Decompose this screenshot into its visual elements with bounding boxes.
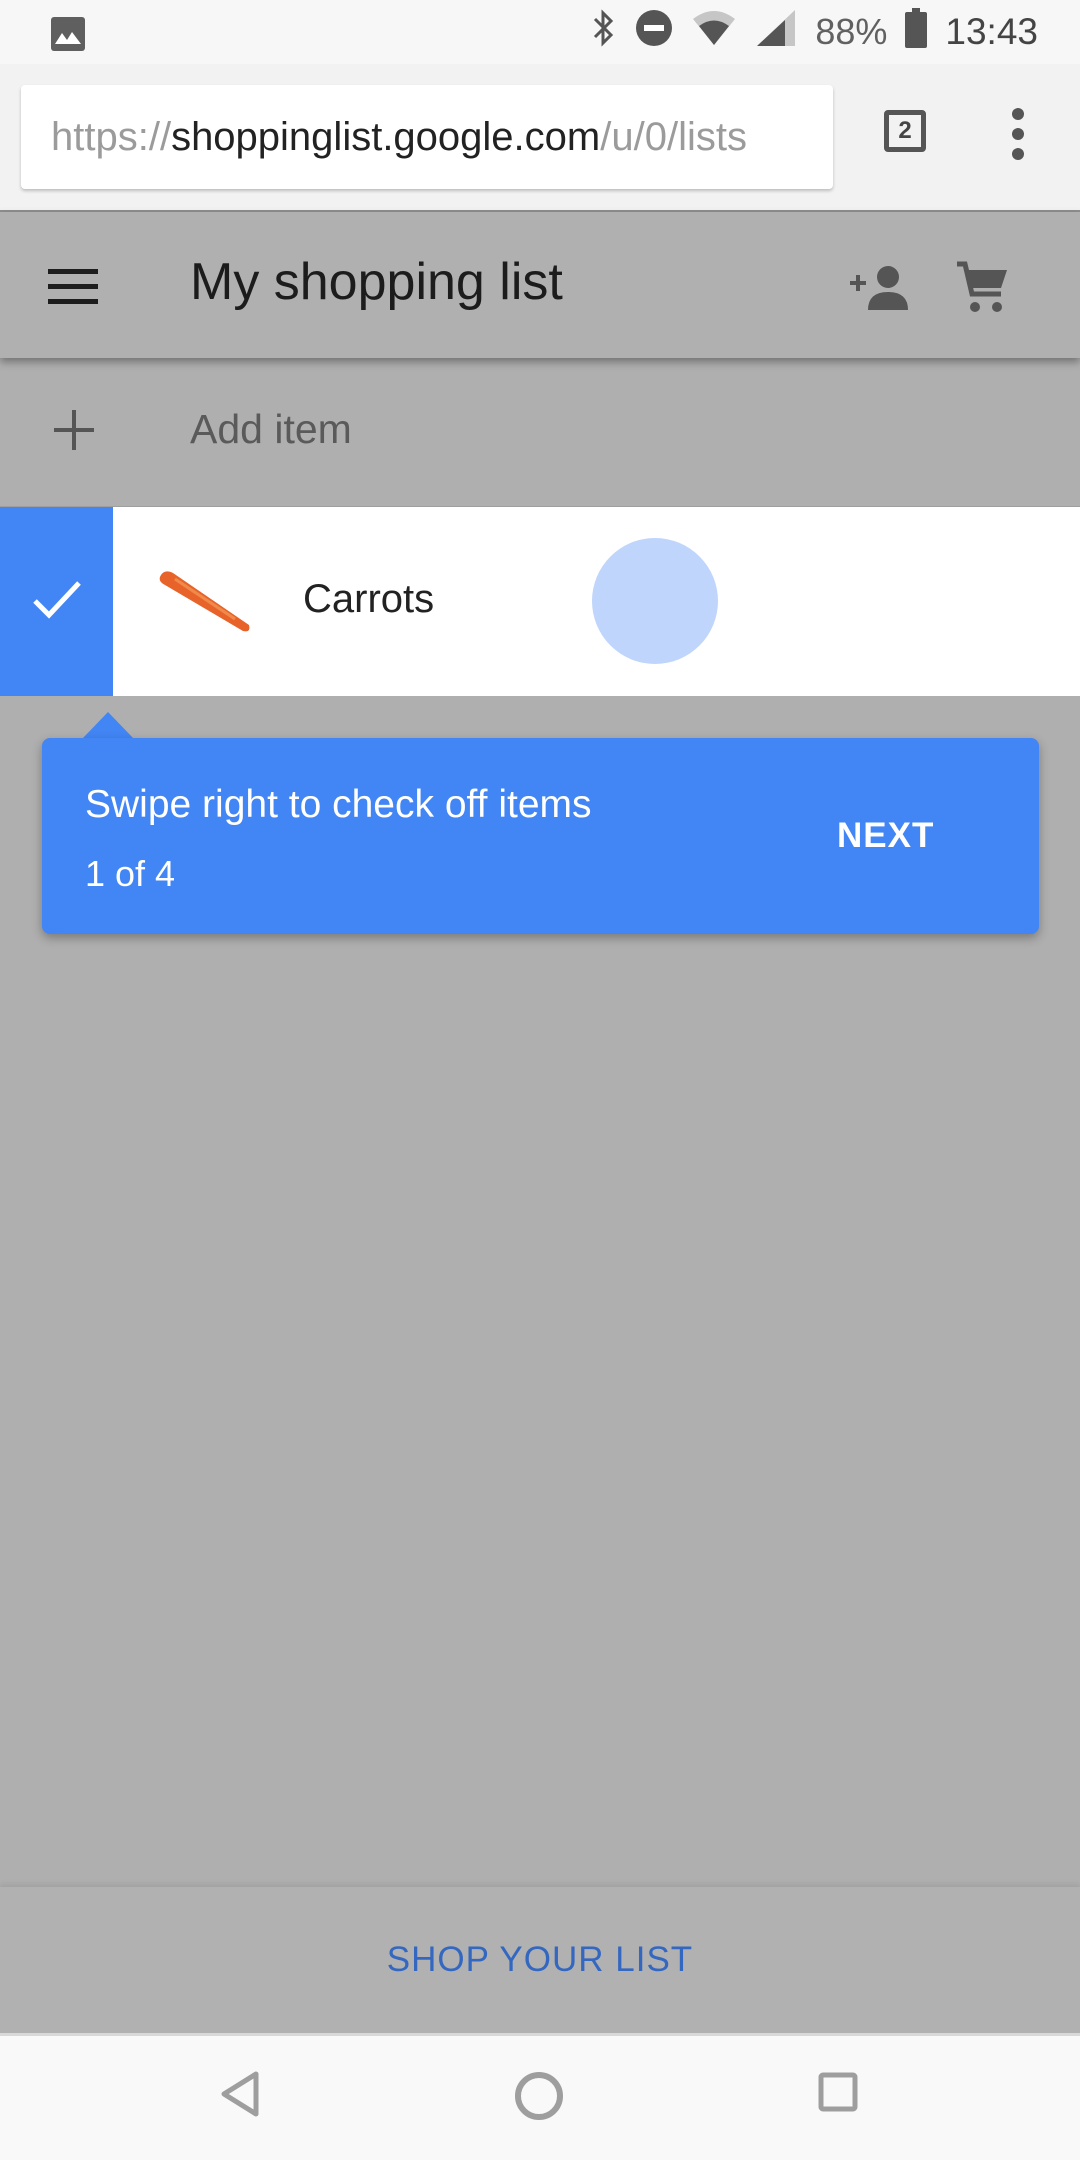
- swipe-check-area[interactable]: [0, 507, 113, 696]
- url-host: shoppinglist.google.com: [171, 114, 601, 159]
- onboarding-tooltip: Swipe right to check off items 1 of 4 NE…: [42, 738, 1039, 934]
- cell-signal-icon: [755, 8, 797, 57]
- recents-square-icon[interactable]: [818, 2072, 858, 2117]
- home-circle-icon[interactable]: [513, 2070, 565, 2127]
- plus-icon: [52, 408, 96, 457]
- add-item-row[interactable]: Add item: [0, 358, 1080, 509]
- tab-switcher-button[interactable]: 2: [884, 110, 926, 152]
- address-bar[interactable]: https://shoppinglist.google.com/u/0/list…: [21, 85, 833, 189]
- tooltip-pointer: [83, 712, 133, 738]
- status-bar: 88% 13:43: [0, 0, 1080, 64]
- shop-your-list-button[interactable]: SHOP YOUR LIST: [387, 1940, 693, 1980]
- url-path: /u/0/lists: [600, 114, 747, 159]
- tab-count: 2: [898, 117, 912, 144]
- carrot-image: [155, 567, 255, 642]
- check-icon: [31, 579, 83, 624]
- browser-toolbar: https://shoppinglist.google.com/u/0/list…: [0, 64, 1080, 212]
- battery-icon: [905, 7, 928, 57]
- touch-indicator: [592, 538, 718, 664]
- add-person-icon[interactable]: [848, 264, 910, 317]
- tooltip-progress: 1 of 4: [85, 853, 176, 894]
- system-nav-bar: [0, 2036, 1080, 2160]
- more-vert-icon[interactable]: [1005, 104, 1031, 164]
- shopping-cart-icon[interactable]: [955, 260, 1011, 321]
- back-triangle-icon[interactable]: [218, 2070, 262, 2123]
- bluetooth-icon: [591, 8, 617, 57]
- item-name: Carrots: [303, 577, 435, 621]
- clock: 13:43: [945, 11, 1038, 52]
- app-bar: My shopping list: [0, 212, 1080, 358]
- image-icon: [50, 16, 86, 57]
- page-title: My shopping list: [190, 253, 563, 311]
- battery-percent: 88%: [815, 11, 888, 52]
- url-scheme: https://: [51, 114, 172, 159]
- add-item-label: Add item: [190, 406, 352, 452]
- tooltip-title: Swipe right to check off items: [85, 783, 592, 826]
- list-item[interactable]: Carrots: [0, 507, 1080, 696]
- shop-your-list-bar[interactable]: SHOP YOUR LIST: [0, 1887, 1080, 2036]
- next-button[interactable]: NEXT: [837, 816, 934, 856]
- hamburger-icon[interactable]: [48, 269, 98, 305]
- wifi-icon: [691, 9, 737, 56]
- do-not-disturb-icon: [635, 9, 673, 56]
